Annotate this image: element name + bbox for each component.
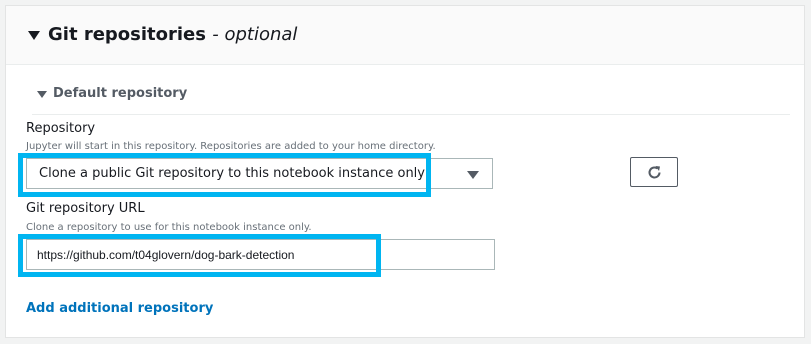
panel-header[interactable]: Git repositories - optional (6, 6, 804, 65)
default-repository-title: Default repository (53, 86, 188, 101)
default-repository-header[interactable]: Default repository (32, 86, 790, 115)
refresh-icon (648, 166, 661, 179)
refresh-button[interactable] (630, 157, 678, 187)
repository-label: Repository (26, 121, 96, 136)
add-repository-link[interactable]: Add additional repository (26, 301, 213, 316)
expand-caret-icon[interactable] (28, 31, 40, 40)
optional-suffix: - optional (212, 24, 298, 45)
git-url-description: Clone a repository to use for this noteb… (26, 222, 312, 233)
repository-selected-value: Clone a public Git repository to this no… (39, 166, 425, 181)
repository-description: Jupyter will start in this repository. R… (26, 141, 436, 152)
git-url-input[interactable]: https://github.com/t04glovern/dog-bark-d… (26, 239, 495, 270)
git-url-value: https://github.com/t04glovern/dog-bark-d… (37, 248, 295, 262)
collapse-caret-icon[interactable] (37, 91, 47, 98)
repository-select[interactable]: Clone a public Git repository to this no… (26, 158, 493, 189)
section-title-text: Git repositories (48, 24, 206, 45)
panel-title: Git repositories - optional (48, 24, 297, 45)
git-url-label: Git repository URL (26, 201, 145, 216)
caret-down-icon (467, 171, 479, 179)
